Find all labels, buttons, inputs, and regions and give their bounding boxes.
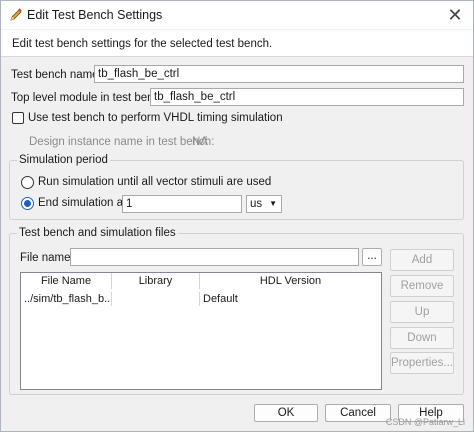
cell-library [112, 292, 200, 306]
add-button[interactable]: Add [390, 249, 454, 271]
cell-hdl-version: Default [203, 293, 238, 305]
cell-file-name: ../sim/tb_flash_b... [21, 292, 112, 306]
file-name-label: File name: [20, 252, 74, 264]
files-table: File Name Library HDL Version ../sim/tb_… [20, 272, 382, 390]
browse-button[interactable]: ... [362, 248, 382, 266]
dialog-description-band: Edit test bench settings for the selecte… [1, 30, 473, 57]
design-instance-value: NA [192, 136, 208, 148]
tb-name-field[interactable]: tb_flash_be_ctrl [94, 65, 464, 83]
top-module-field[interactable]: tb_flash_be_ctrl [150, 88, 464, 106]
column-header-file-name[interactable]: File Name [21, 273, 112, 289]
dialog-description: Edit test bench settings for the selecte… [12, 38, 273, 50]
design-instance-label: Design instance name in test bench: [29, 136, 215, 148]
end-time-field[interactable]: 1 [122, 195, 242, 213]
time-unit-select[interactable]: us ▼ [246, 195, 282, 213]
chevron-down-icon: ▼ [269, 199, 277, 208]
close-icon[interactable]: ✕ [443, 4, 467, 26]
down-button[interactable]: Down [390, 327, 454, 349]
tb-name-label: Test bench name: [11, 69, 102, 81]
cancel-button[interactable]: Cancel [325, 404, 391, 422]
end-at-radio[interactable] [21, 197, 34, 210]
remove-button[interactable]: Remove [390, 275, 454, 297]
ok-button[interactable]: OK [254, 404, 318, 422]
simulation-period-title: Simulation period [17, 154, 110, 166]
run-all-radio[interactable] [21, 176, 34, 189]
title-bar: Edit Test Bench Settings ✕ [1, 1, 473, 29]
run-all-label: Run simulation until all vector stimuli … [38, 176, 272, 188]
vhdl-timing-checkbox[interactable] [12, 112, 24, 124]
column-header-hdl-version[interactable]: HDL Version [200, 273, 381, 289]
watermark-text: CSDN @Patiarw_Li [385, 417, 465, 427]
window-title: Edit Test Bench Settings [27, 8, 163, 22]
vhdl-timing-label: Use test bench to perform VHDL timing si… [28, 112, 283, 124]
time-unit-value: us [250, 198, 263, 210]
edit-test-bench-dialog: Edit Test Bench Settings ✕ Edit test ben… [0, 0, 474, 432]
column-header-library[interactable]: Library [112, 273, 200, 289]
end-at-label: End simulation at: [38, 197, 130, 209]
top-module-label: Top level module in test bench: [11, 92, 169, 104]
pencil-icon [10, 8, 22, 21]
up-button[interactable]: Up [390, 301, 454, 323]
files-group-title: Test bench and simulation files [17, 227, 178, 239]
file-name-field[interactable] [70, 248, 359, 266]
properties-button[interactable]: Properties... [390, 352, 454, 374]
